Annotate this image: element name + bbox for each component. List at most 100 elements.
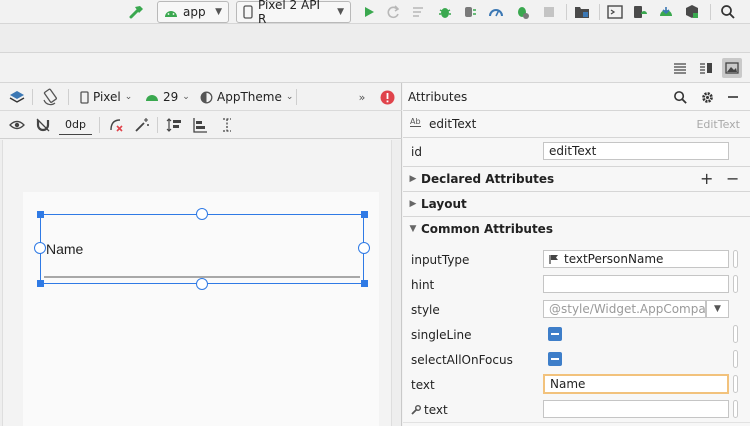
resize-handle-bottom-right[interactable] bbox=[361, 280, 368, 287]
debug-device-icon[interactable] bbox=[513, 2, 531, 22]
split-view-icon[interactable] bbox=[696, 58, 716, 78]
add-icon[interactable]: + bbox=[700, 169, 713, 188]
design-view-icon[interactable] bbox=[722, 58, 742, 78]
section-common-attributes[interactable]: ▼ Common Attributes bbox=[403, 216, 750, 241]
orientation-icon[interactable] bbox=[40, 87, 60, 107]
guidelines-icon[interactable] bbox=[218, 115, 236, 135]
infer-constraints-wand-icon[interactable] bbox=[133, 115, 151, 135]
debug-bug-icon[interactable] bbox=[436, 2, 454, 22]
selectallonfocus-toggle[interactable] bbox=[548, 352, 562, 366]
singleline-row: singleLine bbox=[403, 322, 750, 347]
device-preview-label: Pixel bbox=[93, 90, 121, 104]
code-view-icon[interactable] bbox=[670, 58, 690, 78]
toolbar-divider bbox=[710, 4, 711, 20]
resize-handle-top-left[interactable] bbox=[37, 211, 44, 218]
wrench-icon bbox=[411, 404, 421, 415]
default-margin-label: 0dp bbox=[65, 118, 86, 131]
device-label: Pixel 2 API R bbox=[257, 0, 320, 26]
main-toolbar: app ▼ Pixel 2 API R ▼ bbox=[0, 0, 750, 26]
attribute-pin[interactable] bbox=[733, 350, 738, 368]
attach-debugger-icon[interactable] bbox=[461, 2, 479, 22]
section-common-title: Common Attributes bbox=[421, 222, 553, 236]
layers-icon[interactable] bbox=[8, 87, 26, 107]
constraint-handle-bottom[interactable] bbox=[196, 278, 208, 290]
device-select[interactable]: Pixel 2 API R ▼ bbox=[236, 0, 351, 26]
project-structure-icon[interactable] bbox=[573, 2, 591, 22]
resize-handle-top-right[interactable] bbox=[361, 211, 368, 218]
attribute-pin[interactable] bbox=[733, 375, 738, 393]
section-layout[interactable]: ▶ Layout bbox=[403, 191, 750, 216]
remove-icon[interactable]: − bbox=[726, 169, 739, 188]
hint-field[interactable] bbox=[543, 275, 729, 293]
constraint-handle-right[interactable] bbox=[358, 242, 370, 254]
avd-manager-icon[interactable] bbox=[631, 2, 649, 22]
toolbar-divider bbox=[32, 89, 33, 105]
text-row: text Name bbox=[403, 372, 750, 397]
layout-toolbar: 0dp bbox=[0, 111, 402, 139]
id-field[interactable]: editText bbox=[543, 142, 729, 160]
attributes-bottom-edge bbox=[403, 422, 750, 426]
clear-constraints-icon[interactable] bbox=[107, 115, 125, 135]
singleline-toggle[interactable] bbox=[548, 327, 562, 341]
build-hammer-icon[interactable] bbox=[128, 2, 146, 22]
section-declared-attributes[interactable]: ▶ Declared Attributes + − bbox=[403, 166, 750, 191]
hint-row: hint bbox=[403, 272, 750, 297]
theme-icon bbox=[200, 91, 213, 103]
edittext-selection-box[interactable] bbox=[40, 214, 364, 284]
autoconnect-magnet-icon[interactable] bbox=[34, 115, 52, 135]
inputtype-field[interactable]: textPersonName bbox=[543, 250, 729, 268]
constraint-handle-top[interactable] bbox=[196, 208, 208, 220]
theme-label: AppTheme bbox=[217, 90, 282, 104]
tools-text-name: text bbox=[411, 397, 448, 422]
android-icon bbox=[146, 95, 158, 101]
component-header: Ab editText EditText bbox=[403, 111, 750, 138]
inputtype-label: inputType bbox=[411, 252, 470, 267]
toolbar-divider bbox=[296, 89, 297, 105]
attribute-pin[interactable] bbox=[733, 275, 738, 293]
attribute-pin[interactable] bbox=[733, 250, 738, 268]
error-icon[interactable] bbox=[379, 89, 395, 105]
resize-handle-bottom-left[interactable] bbox=[37, 280, 44, 287]
attribute-pin[interactable] bbox=[733, 400, 738, 418]
component-name: editText bbox=[429, 117, 477, 131]
resource-manager-icon[interactable] bbox=[683, 2, 701, 22]
stop-icon[interactable] bbox=[540, 2, 558, 22]
apply-code-changes-icon[interactable] bbox=[410, 2, 428, 22]
id-row: id editText bbox=[403, 139, 750, 165]
singleline-label: singleLine bbox=[411, 327, 472, 342]
default-margin-button[interactable]: 0dp bbox=[59, 115, 92, 135]
text-field[interactable]: Name bbox=[543, 374, 729, 394]
gear-icon[interactable] bbox=[698, 88, 716, 106]
view-options-eye-icon[interactable] bbox=[8, 115, 26, 135]
pack-icon[interactable] bbox=[165, 115, 183, 135]
apply-changes-icon[interactable] bbox=[384, 2, 402, 22]
run-icon[interactable] bbox=[360, 2, 378, 22]
terminal-icon[interactable] bbox=[606, 2, 624, 22]
minimize-icon[interactable] bbox=[724, 88, 742, 106]
chevron-down-icon: ▼ bbox=[215, 7, 222, 17]
align-icon[interactable] bbox=[191, 115, 209, 135]
api-level-select[interactable]: 29 ⌄ bbox=[145, 87, 190, 107]
attribute-pin[interactable] bbox=[733, 325, 738, 343]
theme-select[interactable]: AppTheme ⌄ bbox=[200, 87, 293, 107]
search-icon[interactable] bbox=[671, 88, 689, 106]
chevron-down-icon: ▼ bbox=[714, 304, 721, 314]
style-dropdown-button[interactable]: ▼ bbox=[706, 300, 729, 318]
text-value: Name bbox=[550, 377, 586, 391]
style-label: style bbox=[411, 302, 440, 317]
style-field[interactable]: @style/Widget.AppCompat. bbox=[543, 300, 706, 318]
attributes-panel: Attributes Ab editText EditText id editT… bbox=[403, 83, 750, 426]
profile-gauge-icon[interactable] bbox=[487, 2, 505, 22]
component-class: EditText bbox=[696, 118, 740, 131]
tools-text-field[interactable] bbox=[543, 400, 729, 418]
sdk-manager-icon[interactable] bbox=[657, 2, 675, 22]
device-preview-select[interactable]: Pixel ⌄ bbox=[80, 87, 132, 107]
constraint-handle-left[interactable] bbox=[34, 242, 46, 254]
run-config-select[interactable]: app ▼ bbox=[157, 1, 229, 23]
id-label: id bbox=[411, 145, 422, 159]
search-icon[interactable] bbox=[719, 2, 737, 22]
selectallonfocus-label: selectAllOnFocus bbox=[411, 352, 513, 367]
edittext-preview-text: Name bbox=[46, 241, 84, 257]
more-chevron-icon[interactable]: » bbox=[355, 87, 369, 107]
run-config-label: app bbox=[183, 5, 206, 19]
